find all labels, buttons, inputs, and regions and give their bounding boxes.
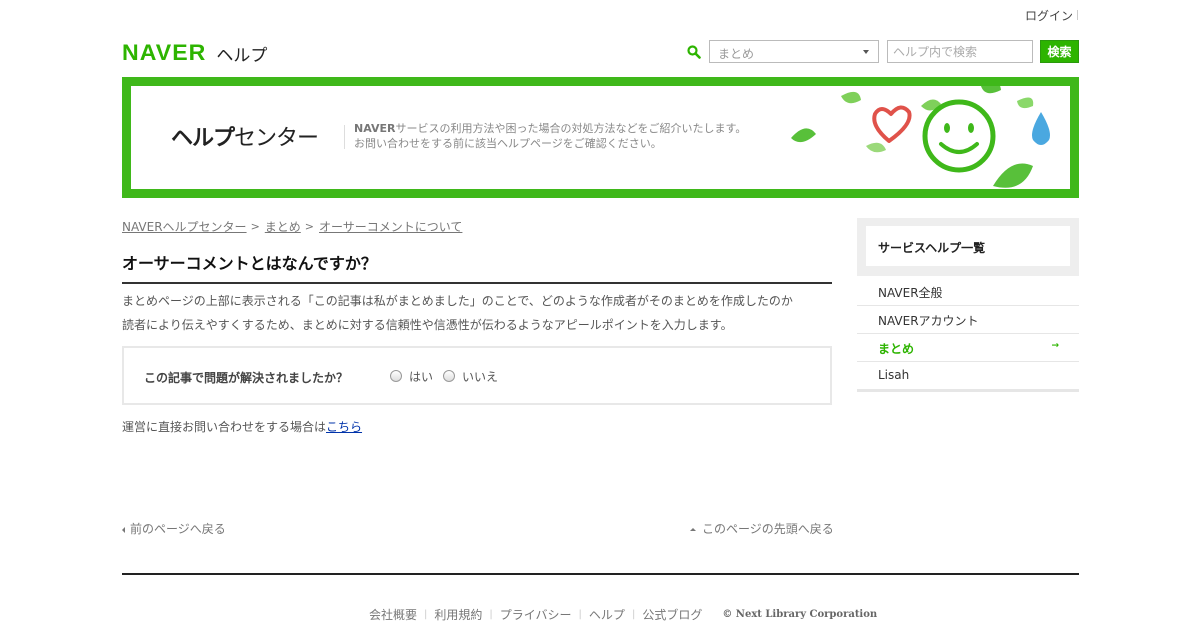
search-input[interactable] xyxy=(887,40,1033,63)
footer-separator: | xyxy=(578,609,582,620)
help-label: ヘルプ xyxy=(216,45,268,66)
banner-divider xyxy=(344,125,345,149)
sidebar-item-matome[interactable]: まとめ → xyxy=(857,334,1079,362)
search-button[interactable]: 検索 xyxy=(1040,40,1079,63)
page-title: オーサーコメントとはなんですか？ xyxy=(122,250,832,284)
sidebar-list: NAVER全般 NAVERアカウント まとめ → Lisah xyxy=(857,278,1079,390)
login-link[interactable]: ログイン xyxy=(1025,7,1078,24)
prev-page-link[interactable]: 前のページへ戻る xyxy=(122,520,226,537)
sidebar-item-label: まとめ xyxy=(878,342,915,356)
page-top-link[interactable]: このページの先頭へ戻る xyxy=(690,520,834,537)
sidebar-header: サービスヘルプ一覧 xyxy=(857,218,1079,276)
help-center-banner: ヘルプセンター NAVERサービスの利用方法や困った場合の対処方法などをご紹介い… xyxy=(122,77,1079,198)
footer-separator: | xyxy=(424,609,428,620)
banner-desc-brand: NAVER xyxy=(354,122,396,135)
feedback-box: この記事で問題が解決されましたか？ はい いいえ xyxy=(122,346,832,405)
banner-title-rest: センター xyxy=(234,126,319,151)
sidebar: サービスヘルプ一覧 NAVER全般 NAVERアカウント まとめ → Lisah xyxy=(857,218,1079,392)
sidebar-item-lisah[interactable]: Lisah xyxy=(857,362,1079,390)
footer-separator: | xyxy=(631,609,636,620)
naver-logo[interactable]: NAVER xyxy=(122,40,206,66)
footer-divider xyxy=(122,573,1079,575)
footer-link-blog[interactable]: 公式ブログ xyxy=(642,606,702,623)
article-body-line2: 読者により伝えやすくするため、まとめに対する信頼性や信憑性が伝わるようなアピール… xyxy=(122,318,733,332)
heart-icon xyxy=(872,105,912,143)
service-select-value: まとめ xyxy=(718,47,755,61)
login-label[interactable]: ログイン xyxy=(1025,9,1073,23)
sidebar-bottom-border xyxy=(857,390,1079,392)
banner-title-bold: ヘルプ xyxy=(171,126,235,151)
page-top-label[interactable]: このページの先頭へ戻る xyxy=(702,522,834,536)
triangle-left-icon xyxy=(122,526,125,533)
breadcrumb-item-current[interactable]: オーサーコメントについて xyxy=(319,218,462,235)
breadcrumb-item-help-center[interactable]: NAVERヘルプセンター xyxy=(122,218,247,235)
footer-link-company[interactable]: 会社概要 xyxy=(369,606,417,623)
breadcrumb-item-matome[interactable]: まとめ xyxy=(265,218,301,235)
footer-link-terms[interactable]: 利用規約 xyxy=(434,606,482,623)
triangle-up-icon xyxy=(690,528,696,531)
leaf-icon xyxy=(791,86,1034,188)
search-icon xyxy=(687,45,701,59)
banner-desc-line1: サービスの利用方法や困った場合の対処方法などをご紹介いたします。 xyxy=(395,122,747,135)
banner-desc-line2: お問い合わせをする前に該当ヘルプページをご確認ください。 xyxy=(354,137,662,150)
sidebar-title: サービスヘルプ一覧 xyxy=(866,226,1070,266)
footer: 会社概要 | 利用規約 | プライバシー | ヘルプ | 公式ブログ © Nex… xyxy=(369,606,877,623)
footer-separator: | xyxy=(489,609,493,620)
breadcrumb: NAVERヘルプセンター > まとめ > オーサーコメントについて xyxy=(122,218,462,235)
feedback-yes-label[interactable]: はい xyxy=(409,368,433,385)
prev-page-label[interactable]: 前のページへ戻る xyxy=(130,522,226,536)
copyright: © Next Library Corporation xyxy=(722,609,878,620)
sidebar-item-naver-general[interactable]: NAVER全般 xyxy=(857,278,1079,306)
banner-description: NAVERサービスの利用方法や困った場合の対処方法などをご紹介いたします。 お問… xyxy=(354,121,746,151)
banner-title: ヘルプセンター xyxy=(171,120,319,152)
chevron-right-icon: > xyxy=(304,220,315,233)
feedback-question: この記事で問題が解決されましたか？ xyxy=(144,371,349,385)
arrow-right-icon: → xyxy=(1051,341,1059,351)
smiley-icon xyxy=(922,99,996,173)
caret-down-icon xyxy=(863,50,869,54)
logo[interactable]: NAVER ヘルプ xyxy=(122,40,267,66)
service-select[interactable]: まとめ xyxy=(709,40,879,63)
feedback-no-radio[interactable] xyxy=(443,370,455,382)
contact-link[interactable]: こちら xyxy=(326,420,362,434)
chevron-right-icon: > xyxy=(250,220,260,233)
contact-label: 運営に直接お問い合わせをする場合は xyxy=(122,420,327,434)
contact-text: 運営に直接お問い合わせをする場合はこちら xyxy=(122,418,362,435)
footer-link-privacy[interactable]: プライバシー xyxy=(500,606,572,623)
feedback-no-label[interactable]: いいえ xyxy=(462,368,498,385)
banner-illustration xyxy=(791,86,1050,188)
banner-inner: ヘルプセンター NAVERサービスの利用方法や困った場合の対処方法などをご紹介い… xyxy=(131,86,1070,189)
sidebar-item-naver-account[interactable]: NAVERアカウント xyxy=(857,306,1079,334)
divider xyxy=(1077,10,1078,20)
article-body: まとめページの上部に表示される「この記事は私がまとめました」のことで、どのような… xyxy=(122,289,834,337)
article-body-line1: まとめページの上部に表示される「この記事は私がまとめました」のことで、どのような… xyxy=(122,294,793,308)
feedback-yes-radio[interactable] xyxy=(390,370,402,382)
footer-link-help[interactable]: ヘルプ xyxy=(589,606,625,623)
water-drop-icon xyxy=(1032,112,1050,145)
